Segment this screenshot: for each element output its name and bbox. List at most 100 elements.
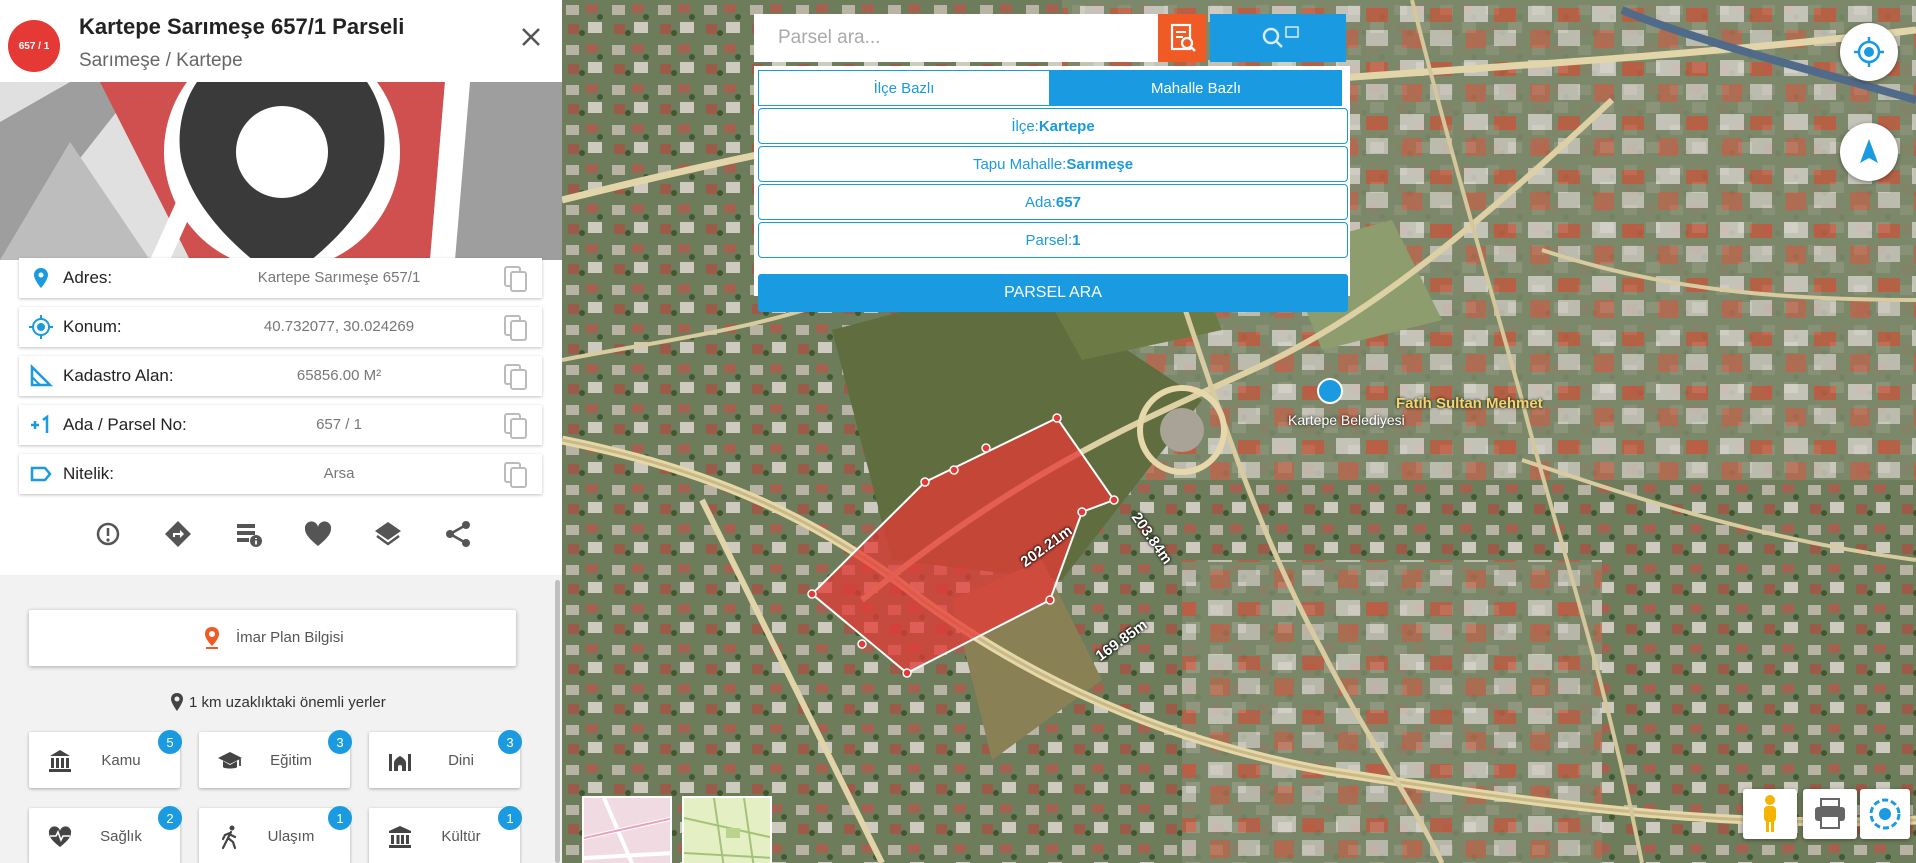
document-search-button[interactable] — [1158, 14, 1206, 62]
parcel-title: Kartepe Sarımeşe 657/1 Parseli — [79, 14, 405, 39]
category-label: Ulaşım — [267, 828, 315, 845]
category-ulasim[interactable]: Ulaşım 1 — [199, 806, 352, 863]
info-label: Konum: — [63, 317, 122, 336]
poi-label[interactable]: Kartepe Belediyesi — [1288, 412, 1405, 428]
details-icon[interactable] — [232, 518, 264, 550]
zoning-plan-label: İmar Plan Bilgisi — [236, 629, 344, 646]
info-value: 65856.00 M² — [296, 367, 382, 384]
info-row-address: Adres: Kartepe Sarımeşe 657/1 — [19, 258, 542, 298]
info-value: Arsa — [323, 465, 355, 482]
parcel-search-input[interactable] — [754, 14, 1158, 62]
category-label: Kamu — [101, 752, 141, 769]
parcel-search-widget: İlçe Bazlı Mahalle Bazlı İlçe:Kartepe Ta… — [754, 14, 1350, 312]
directions-icon[interactable] — [162, 518, 194, 550]
settings-button[interactable] — [1860, 789, 1910, 839]
copy-icon[interactable] — [503, 265, 529, 293]
filter-value: 657 — [1055, 193, 1081, 211]
category-label: Kültür — [441, 828, 481, 845]
printer-icon — [1815, 798, 1845, 829]
copy-icon[interactable] — [503, 461, 529, 489]
category-egitim[interactable]: Eğitim 3 — [199, 730, 352, 788]
walking-person-icon — [221, 825, 237, 850]
nearby-title: 1 km uzaklıktaki önemli yerler — [170, 693, 386, 711]
compass-button[interactable] — [1840, 123, 1898, 181]
basemap-thumbnail-parcel[interactable] — [682, 796, 772, 863]
parcel-search-submit-button[interactable]: PARSEL ARA — [758, 274, 1348, 312]
search-icon — [1262, 26, 1299, 48]
tab-mahalle[interactable]: Mahalle Bazlı — [1050, 70, 1342, 106]
mosque-icon — [389, 754, 411, 771]
report-icon[interactable] — [92, 518, 124, 550]
info-label: Ada / Parsel No: — [63, 415, 187, 434]
filter-value: 1 — [1072, 231, 1081, 249]
navigation-arrow-icon — [1860, 139, 1878, 163]
search-button[interactable] — [1210, 14, 1346, 62]
municipality-marker-icon[interactable] — [1317, 378, 1343, 404]
close-icon[interactable] — [516, 22, 546, 52]
government-building-icon — [49, 750, 71, 772]
filter-tapu-mahalle[interactable]: Tapu Mahalle: Sarımeşe — [758, 146, 1348, 182]
filter-label: İlçe: — [1011, 117, 1039, 135]
copy-icon[interactable] — [503, 363, 529, 391]
filter-label: Parsel: — [1025, 231, 1073, 249]
street-view-button[interactable] — [1743, 789, 1797, 839]
filter-value: Kartepe — [1038, 117, 1095, 135]
filter-label: Tapu Mahalle: — [972, 155, 1067, 173]
info-row-location: Konum: 40.732077, 30.024269 — [19, 307, 542, 347]
parcel-hero-graphic — [0, 82, 562, 260]
parcel-badge: 657 / 1 — [8, 20, 60, 72]
tag-icon — [30, 466, 52, 482]
pegman-icon — [1764, 795, 1776, 832]
category-count-badge: 1 — [328, 806, 352, 830]
share-icon[interactable] — [442, 518, 474, 550]
map-pin-icon — [171, 693, 183, 711]
crosshair-icon — [29, 315, 53, 339]
layers-icon[interactable] — [372, 518, 404, 550]
document-search-icon — [1170, 23, 1196, 52]
category-label: Sağlık — [100, 828, 142, 845]
favorite-icon[interactable] — [302, 518, 334, 550]
area-ruler-icon — [30, 364, 53, 387]
category-dini[interactable]: Dini 3 — [369, 730, 522, 788]
location-pin-icon — [34, 268, 48, 288]
parcel-info-panel: 657 / 1 Kartepe Sarımeşe 657/1 Parseli S… — [0, 0, 562, 863]
filter-ada[interactable]: Ada: 657 — [758, 184, 1348, 220]
category-count-badge: 1 — [498, 806, 522, 830]
search-filter-panel: İlçe Bazlı Mahalle Bazlı İlçe: Kartepe Ta… — [754, 66, 1350, 312]
tab-ilce[interactable]: İlçe Bazlı — [758, 70, 1050, 106]
filter-parsel[interactable]: Parsel: 1 — [758, 222, 1348, 258]
print-button[interactable] — [1803, 789, 1857, 839]
category-count-badge: 2 — [158, 806, 182, 830]
category-count-badge: 3 — [328, 730, 352, 754]
basemap-thumbnail-street[interactable] — [582, 796, 672, 863]
info-row-parcel-no: Ada / Parsel No: 657 / 1 — [19, 405, 542, 445]
info-value: Kartepe Sarımeşe 657/1 — [257, 269, 421, 286]
zoning-plan-button[interactable]: İmar Plan Bilgisi — [29, 610, 516, 666]
place-label: Fatih Sultan Mehmet — [1396, 395, 1543, 412]
info-row-attribute: Nitelik: Arsa — [19, 454, 542, 494]
locate-me-button[interactable] — [1840, 23, 1898, 81]
graduation-cap-icon — [218, 752, 242, 769]
info-label: Adres: — [63, 268, 113, 287]
filter-label: Ada: — [1025, 193, 1056, 211]
category-count-badge: 3 — [498, 730, 522, 754]
category-kamu[interactable]: Kamu 5 — [29, 730, 182, 788]
filter-ilce[interactable]: İlçe: Kartepe — [758, 108, 1348, 144]
category-label: Eğitim — [270, 752, 312, 769]
compass-gear-icon — [1869, 798, 1901, 830]
category-saglik[interactable]: Sağlık 2 — [29, 806, 182, 863]
museum-icon — [389, 826, 411, 848]
heart-pulse-icon — [48, 826, 72, 847]
info-label: Kadastro Alan: — [63, 366, 174, 385]
category-label: Dini — [448, 752, 474, 769]
category-kultur[interactable]: Kültür 1 — [369, 806, 522, 863]
copy-icon[interactable] — [503, 314, 529, 342]
parcel-action-bar — [86, 518, 486, 550]
plus-one-icon — [31, 414, 49, 433]
parcel-subtitle: Sarımeşe / Kartepe — [79, 50, 243, 71]
copy-icon[interactable] — [503, 412, 529, 440]
panel-scrollbar[interactable] — [555, 580, 560, 863]
info-row-area: Kadastro Alan: 65856.00 M² — [19, 356, 542, 396]
info-value: 657 / 1 — [316, 416, 362, 433]
info-value: 40.732077, 30.024269 — [263, 318, 415, 335]
